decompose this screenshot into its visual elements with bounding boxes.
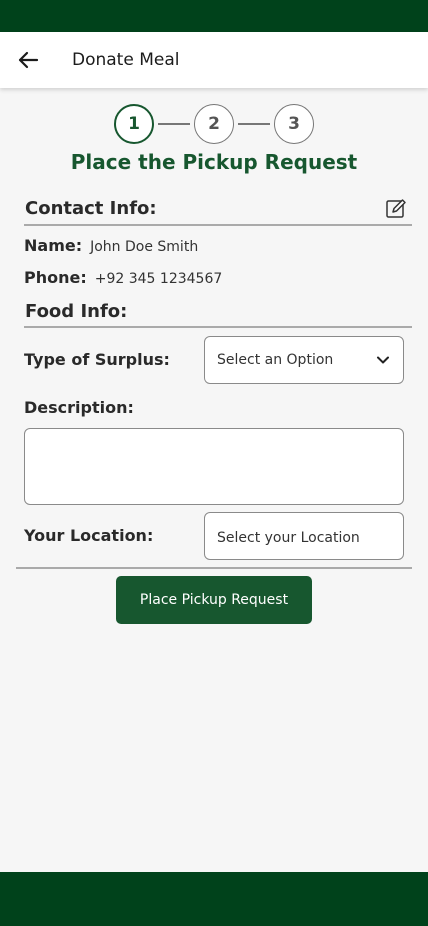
back-button[interactable] [0,32,56,88]
stepper: 1 2 3 [114,104,314,144]
name-value: John Doe Smith [90,239,199,255]
step-2: 2 [194,104,234,144]
place-pickup-request-button[interactable]: Place Pickup Request [116,576,312,624]
surplus-type-label: Type of Surplus: [24,350,170,369]
divider [24,224,412,226]
location-placeholder: Select your Location [217,530,360,546]
divider [24,326,412,328]
divider [16,567,412,569]
name-label: Name: [24,236,83,255]
phone-value: +92 345 1234567 [94,271,223,287]
form-heading: Place the Pickup Request [70,150,358,174]
app-bar: Donate Meal [0,32,428,88]
contact-info-title: Contact Info: [25,198,157,219]
phone-label: Phone: [24,268,87,287]
surplus-type-placeholder: Select an Option [217,352,334,368]
contact-name-row: Name: John Doe Smith [24,236,198,255]
chevron-down-icon [377,356,389,364]
location-select[interactable]: Select your Location [204,512,404,560]
contact-phone-row: Phone: +92 345 1234567 [24,268,222,287]
bottom-bar [0,872,428,926]
step-connector [158,123,190,125]
edit-icon [386,199,406,218]
step-1: 1 [114,104,154,144]
edit-contact-button[interactable] [385,198,407,220]
step-3: 3 [274,104,314,144]
location-label: Your Location: [24,526,154,545]
arrow-left-icon [18,51,39,69]
status-bar [0,0,428,32]
food-info-title: Food Info: [25,301,128,322]
surplus-type-select[interactable]: Select an Option [204,336,404,384]
description-input[interactable] [24,428,404,505]
description-label: Description: [24,398,134,417]
step-connector [238,123,270,125]
page-title: Donate Meal [72,50,180,70]
